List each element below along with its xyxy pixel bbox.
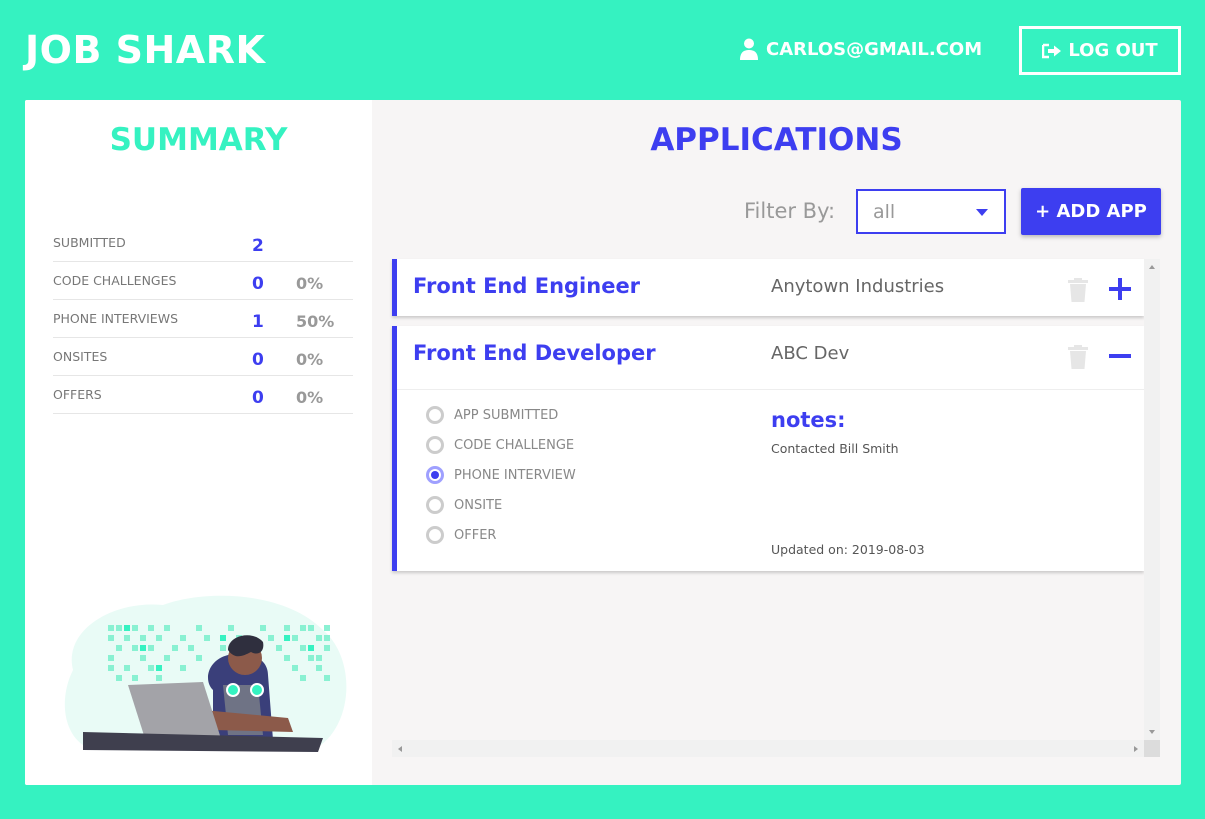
stage-label: OFFER <box>454 527 497 543</box>
filter-select[interactable]: all <box>856 189 1006 234</box>
stage-label: ONSITE <box>454 497 503 513</box>
stat-count: 0 <box>252 388 264 408</box>
stat-label: PHONE INTERVIEWS <box>53 311 178 326</box>
radio-button-selected[interactable] <box>426 466 444 484</box>
app-brand: JOB SHARK <box>25 28 266 72</box>
user-info: CARLOS@GMAIL.COM <box>740 38 982 60</box>
updated-date: Updated on: 2019-08-03 <box>771 542 925 557</box>
user-email: CARLOS@GMAIL.COM <box>766 38 983 60</box>
stat-count: 0 <box>252 274 264 294</box>
stage-option-selected[interactable]: PHONE INTERVIEW <box>426 466 576 484</box>
stage-option[interactable]: ONSITE <box>426 496 502 514</box>
trash-icon[interactable] <box>1067 278 1089 302</box>
stat-row-code-challenges: CODE CHALLENGES 0 0% <box>53 262 353 300</box>
stage-option[interactable]: CODE CHALLENGE <box>426 436 574 454</box>
application-title: Front End Developer <box>413 341 656 365</box>
user-icon <box>740 38 758 60</box>
scroll-right-arrow-icon[interactable] <box>1134 746 1138 752</box>
sign-out-icon <box>1042 43 1062 58</box>
logout-label: LOG OUT <box>1068 40 1158 61</box>
stage-label: APP SUBMITTED <box>454 407 559 423</box>
radio-button[interactable] <box>426 436 444 454</box>
application-details: APP SUBMITTED CODE CHALLENGE PHONE INTER… <box>397 389 1144 569</box>
filter-label: Filter By: <box>744 199 836 223</box>
application-item-expanded[interactable]: Front End Developer ABC Dev APP SUBMITTE… <box>392 326 1144 571</box>
person-at-laptop-illustration <box>64 595 347 752</box>
stage-option[interactable]: OFFER <box>426 526 496 544</box>
applications-title: APPLICATIONS <box>650 122 903 158</box>
stat-label: CODE CHALLENGES <box>53 273 177 288</box>
stat-label: OFFERS <box>53 387 102 402</box>
filter-value: all <box>873 200 896 223</box>
trash-icon[interactable] <box>1067 345 1089 369</box>
stat-row-onsites: ONSITES 0 0% <box>53 338 353 376</box>
summary-stats: SUBMITTED 2 CODE CHALLENGES 0 0% PHONE I… <box>53 224 353 414</box>
add-app-button[interactable]: + ADD APP <box>1021 188 1161 235</box>
minus-icon[interactable] <box>1107 343 1133 369</box>
applications-list: Front End Engineer Anytown Industries Fr… <box>392 259 1161 757</box>
stat-label: SUBMITTED <box>53 235 126 250</box>
stat-label: ONSITES <box>53 349 108 364</box>
caret-down-icon <box>976 209 988 216</box>
stat-row-phone-interviews: PHONE INTERVIEWS 1 50% <box>53 300 353 338</box>
scroll-up-arrow-icon[interactable] <box>1149 265 1155 269</box>
application-item[interactable]: Front End Engineer Anytown Industries <box>392 259 1144 316</box>
stat-percent: 50% <box>296 312 335 331</box>
notes-text[interactable]: Contacted Bill Smith <box>771 441 899 456</box>
stat-row-offers: OFFERS 0 0% <box>53 376 353 414</box>
stat-count: 2 <box>252 236 264 256</box>
scroll-down-arrow-icon[interactable] <box>1149 730 1155 734</box>
notes-label: notes: <box>771 408 846 432</box>
stage-label: CODE CHALLENGE <box>454 437 575 453</box>
stat-percent: 0% <box>296 388 324 407</box>
vertical-scrollbar[interactable] <box>1144 259 1160 740</box>
stat-count: 0 <box>252 350 264 370</box>
plus-icon[interactable] <box>1107 276 1133 302</box>
stage-option[interactable]: APP SUBMITTED <box>426 406 558 424</box>
stage-label: PHONE INTERVIEW <box>454 467 576 483</box>
radio-button[interactable] <box>426 406 444 424</box>
radio-button[interactable] <box>426 496 444 514</box>
logout-button[interactable]: LOG OUT <box>1019 26 1181 75</box>
application-company: Anytown Industries <box>771 276 945 297</box>
horizontal-scrollbar[interactable] <box>392 740 1144 757</box>
stat-percent: 0% <box>296 350 324 369</box>
stat-count: 1 <box>252 312 264 332</box>
stat-percent: 0% <box>296 274 324 293</box>
summary-title: SUMMARY <box>109 122 288 158</box>
radio-button[interactable] <box>426 526 444 544</box>
summary-panel: SUMMARY SUBMITTED 2 CODE CHALLENGES 0 0%… <box>25 100 372 785</box>
scrollbar-corner <box>1144 740 1160 757</box>
application-title: Front End Engineer <box>413 274 641 298</box>
main-card: SUMMARY SUBMITTED 2 CODE CHALLENGES 0 0%… <box>25 100 1181 785</box>
scroll-left-arrow-icon[interactable] <box>398 746 402 752</box>
stat-row-submitted: SUBMITTED 2 <box>53 224 353 262</box>
application-company: ABC Dev <box>771 343 850 364</box>
